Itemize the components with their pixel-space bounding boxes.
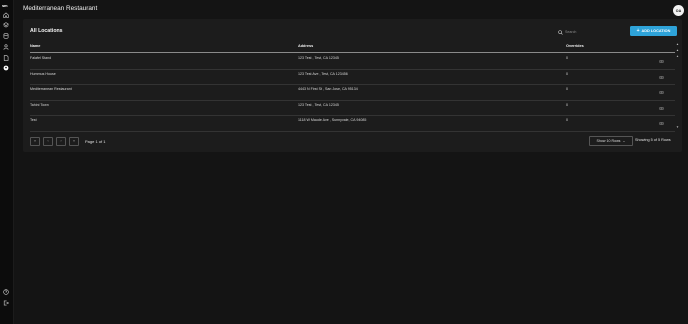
table-row[interactable]: Tahini Town 123 Test , Test, CA 12345 0 (30, 100, 675, 116)
rows-per-page-select[interactable]: Show 10 Rows ⌄ (589, 136, 633, 146)
column-header-name[interactable]: Name (30, 44, 40, 48)
database-icon[interactable] (3, 33, 9, 39)
user-icon[interactable] (3, 44, 9, 50)
page-info: Page 1 of 1 (85, 138, 106, 144)
layers-icon[interactable] (3, 22, 9, 28)
table-row[interactable]: Falafel Stand 123 Test , Test, CA 12345 … (30, 53, 675, 70)
plus-icon: + (636, 27, 640, 34)
next-page-button[interactable]: › (56, 136, 66, 146)
scroll-down-icon[interactable]: ▼ (676, 125, 679, 129)
table-header: Name Address Overrides (30, 44, 675, 52)
cell-address: 123 Test Ave , Test, CA 123456 (298, 71, 348, 76)
sort-up-icon[interactable]: ▲ (676, 42, 679, 46)
rows-count: Showing 5 of 5 Rows (635, 138, 671, 142)
chevron-down-icon: ⌄ (622, 139, 626, 143)
search-input[interactable] (565, 30, 620, 34)
document-icon[interactable] (3, 55, 9, 61)
cell-overrides: 0 (566, 56, 568, 60)
cell-overrides: 0 (566, 87, 568, 91)
location-icon[interactable] (3, 65, 9, 71)
menu-icon[interactable] (659, 90, 664, 95)
column-header-overrides[interactable]: Overrides (566, 44, 584, 48)
sidebar: sm (0, 0, 14, 324)
cell-address: 123 Test , Test, CA 12345 (298, 102, 339, 107)
home-icon[interactable] (3, 12, 9, 18)
table-row[interactable]: Test 1118 W Maude Ave , Sunnyvale, CA 94… (30, 115, 675, 132)
cell-address: 1118 W Maude Ave , Sunnyvale, CA 94085 (298, 118, 367, 122)
cell-name: Tahini Town (30, 102, 49, 107)
cell-address: 4443 N First St , San Jose, CA 95134 (298, 87, 358, 91)
menu-icon[interactable] (659, 75, 664, 80)
help-icon[interactable] (3, 289, 9, 295)
cell-name: Falafel Stand (30, 56, 52, 60)
locations-card: All Locations + ADD LOCATION Name Addres… (23, 19, 682, 152)
logout-icon[interactable] (3, 300, 9, 306)
menu-icon[interactable] (659, 106, 664, 111)
table-row[interactable]: Hummus House 123 Test Ave , Test, CA 123… (30, 69, 675, 85)
cell-address: 123 Test , Test, CA 12345 (298, 56, 339, 60)
table-row[interactable]: Mediterranean Restaurant 4443 N First St… (30, 84, 675, 101)
cell-overrides: 0 (566, 102, 568, 107)
rows-select-label: Show 10 Rows (596, 139, 621, 143)
avatar[interactable]: OA (673, 5, 684, 16)
sort-down-icon[interactable]: ▲ (676, 48, 679, 52)
cell-name: Test (30, 118, 37, 122)
cell-overrides: 0 (566, 118, 568, 122)
menu-icon[interactable] (659, 59, 664, 64)
last-page-button[interactable]: » (69, 136, 79, 146)
pagination: « ‹ › » Page 1 of 1 (30, 136, 106, 146)
cell-overrides: 0 (566, 71, 568, 76)
card-title: All Locations (30, 28, 63, 34)
column-header-address[interactable]: Address (298, 44, 313, 48)
add-location-button[interactable]: + ADD LOCATION (630, 26, 677, 36)
cell-name: Mediterranean Restaurant (30, 87, 72, 91)
first-page-button[interactable]: « (30, 136, 40, 146)
add-location-label: ADD LOCATION (641, 29, 671, 33)
search-icon (558, 29, 563, 35)
menu-icon[interactable] (659, 121, 664, 126)
search-box (558, 28, 620, 36)
app-logo[interactable]: sm (2, 3, 8, 8)
page-title: Mediterranean Restaurant (23, 5, 98, 12)
scroll-up-icon[interactable]: ▲ (676, 54, 679, 58)
prev-page-button[interactable]: ‹ (43, 136, 53, 146)
cell-name: Hummus House (30, 71, 56, 76)
